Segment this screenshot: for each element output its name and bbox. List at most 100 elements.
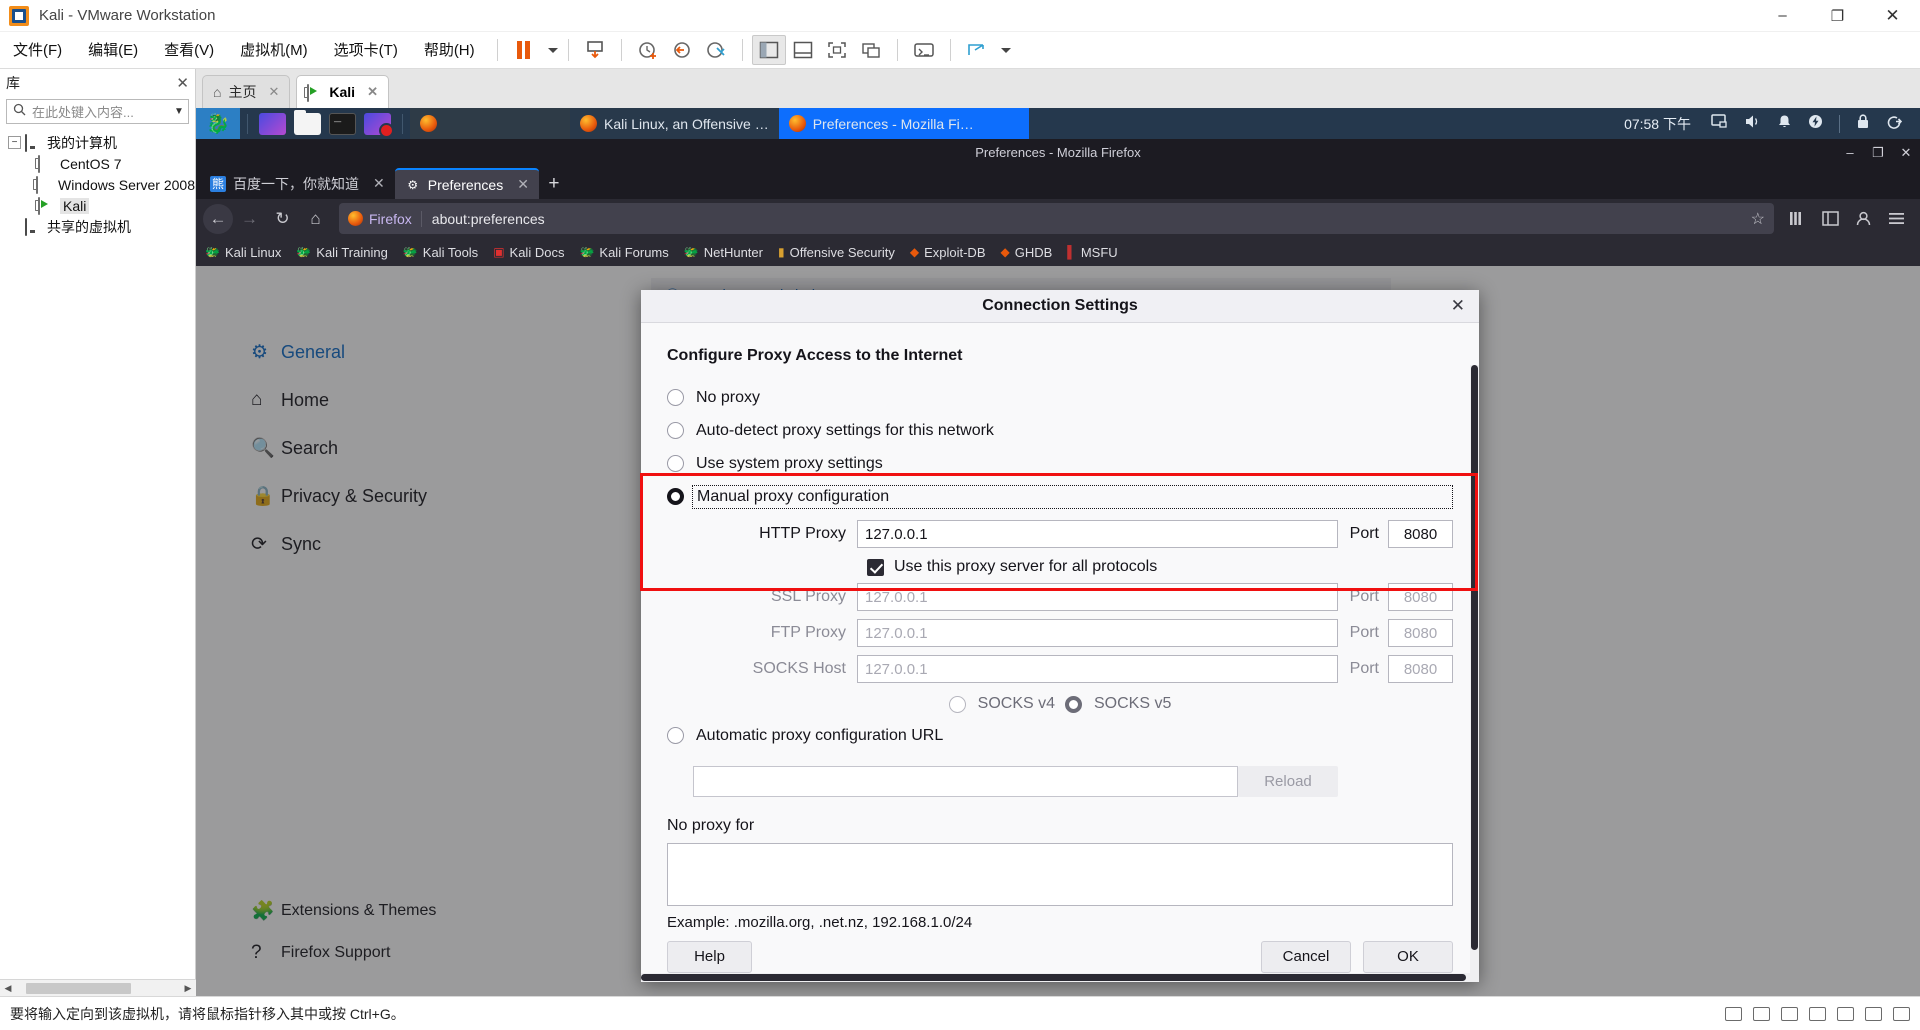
dialog-vertical-scrollbar[interactable]: [1470, 365, 1479, 976]
sound-card-icon[interactable]: [1837, 1006, 1854, 1021]
sidebar-icon[interactable]: [1814, 204, 1847, 234]
launcher-terminal-dark-icon[interactable]: [329, 111, 356, 135]
take-snapshot-icon[interactable]: [631, 35, 665, 65]
radio-auto-proxy-url[interactable]: Automatic proxy configuration URL: [667, 719, 1453, 752]
bookmark-exploit-db[interactable]: ◆ Exploit-DB: [910, 245, 986, 260]
radio-system-proxy[interactable]: Use system proxy settings: [667, 447, 1453, 480]
kali-applications-menu-button[interactable]: 🐉: [196, 108, 240, 139]
fullscreen-icon[interactable]: [820, 35, 854, 65]
library-horizontal-scrollbar[interactable]: ◀ ▶: [0, 979, 196, 996]
stretch-dropdown-button[interactable]: [994, 35, 1012, 65]
bookmark-msfu[interactable]: ▌ MSFU: [1067, 245, 1117, 260]
radio-icon[interactable]: [667, 488, 684, 506]
snapshot-manager-icon[interactable]: [578, 35, 612, 65]
bookmark-kali-tools[interactable]: 🐲 Kali Tools: [403, 245, 478, 260]
logout-icon[interactable]: [1886, 114, 1903, 133]
tree-item-my-computer[interactable]: − 我的计算机: [0, 132, 195, 153]
radio-manual-proxy[interactable]: Manual proxy configuration: [667, 480, 1453, 513]
radio-icon[interactable]: [667, 389, 684, 407]
no-proxy-for-textarea[interactable]: [667, 843, 1453, 907]
account-icon[interactable]: [1847, 204, 1880, 234]
taskbar-window-preferences[interactable]: Preferences - Mozilla Fi…: [778, 108, 1029, 139]
menu-help[interactable]: 帮助(H): [411, 32, 488, 69]
identity-box[interactable]: Firefox: [348, 210, 422, 227]
lock-icon[interactable]: [1856, 114, 1870, 133]
firefox-close-button[interactable]: ✕: [1892, 139, 1920, 166]
scroll-right-icon[interactable]: ▶: [180, 983, 196, 994]
power-manager-icon[interactable]: [1808, 114, 1823, 133]
firefox-maximize-button[interactable]: ❐: [1864, 139, 1892, 166]
cd-drive-icon[interactable]: [1753, 1006, 1770, 1021]
reload-button[interactable]: ↻: [266, 204, 299, 234]
volume-icon[interactable]: [1744, 114, 1761, 133]
usb-controller-icon[interactable]: [1809, 1006, 1826, 1021]
bookmark-star-icon[interactable]: ☆: [1751, 209, 1765, 229]
menu-tabs[interactable]: 选项卡(T): [321, 32, 411, 69]
chevron-down-icon[interactable]: ▼: [170, 106, 188, 117]
http-port-input[interactable]: 8080: [1388, 520, 1453, 549]
unity-mode-icon[interactable]: [854, 35, 888, 65]
tree-item-windows-server[interactable]: Windows Server 2008: [0, 174, 195, 195]
bookmark-nethunter[interactable]: 🐲 NetHunter: [684, 245, 763, 260]
send-ctrl-alt-del-icon[interactable]: [907, 35, 941, 65]
dialog-horizontal-scrollbar[interactable]: [641, 973, 1479, 982]
cancel-button[interactable]: Cancel: [1261, 940, 1351, 973]
display-adapter-icon[interactable]: [1893, 1006, 1910, 1021]
radio-icon[interactable]: [667, 455, 684, 473]
revert-snapshot-icon[interactable]: [665, 35, 699, 65]
browser-tab-preferences[interactable]: ⚙ Preferences ✕: [394, 168, 539, 199]
menu-view[interactable]: 查看(V): [151, 32, 227, 69]
hard-disk-icon[interactable]: [1725, 1006, 1742, 1021]
notification-bell-icon[interactable]: [1777, 114, 1792, 133]
bookmark-kali-docs[interactable]: ▣ Kali Docs: [493, 245, 564, 260]
launcher-files-icon[interactable]: [294, 109, 321, 135]
radio-icon[interactable]: [667, 422, 684, 440]
network-adapter-icon[interactable]: [1781, 1006, 1798, 1021]
scrollbar-thumb[interactable]: [26, 982, 131, 994]
bookmark-kali-forums[interactable]: 🐲 Kali Forums: [579, 245, 668, 260]
forward-button[interactable]: →: [233, 204, 266, 234]
vm-tab-kali[interactable]: Kali ✕: [296, 75, 389, 108]
scrollbar-thumb[interactable]: [641, 974, 1466, 981]
url-bar[interactable]: Firefox about:preferences ☆: [339, 203, 1774, 234]
scroll-left-icon[interactable]: ◀: [0, 983, 16, 994]
launcher-screen-recorder-icon[interactable]: [364, 112, 394, 138]
bookmark-kali-linux[interactable]: 🐲 Kali Linux: [205, 245, 281, 260]
library-close-icon[interactable]: ✕: [176, 74, 189, 92]
back-button[interactable]: ←: [203, 203, 233, 234]
menu-edit[interactable]: 编辑(E): [75, 32, 151, 69]
browser-tab-baidu[interactable]: 熊 百度一下，你就知道 ✕: [200, 168, 395, 199]
library-search-box[interactable]: 在此处键入内容... ▼: [6, 99, 189, 124]
browser-tab-close-icon[interactable]: ✕: [373, 175, 385, 192]
expander-icon[interactable]: −: [8, 136, 21, 149]
taskbar-window-kali-linux[interactable]: Kali Linux, an Offensive …: [570, 108, 779, 139]
menu-file[interactable]: 文件(F): [0, 32, 75, 69]
dialog-close-icon[interactable]: ✕: [1451, 296, 1465, 316]
vm-tab-close-icon[interactable]: ✕: [367, 84, 378, 100]
launcher-terminal-icon[interactable]: [259, 112, 286, 135]
close-button[interactable]: ✕: [1865, 0, 1920, 32]
bookmark-ghdb[interactable]: ◆ GHDB: [1001, 245, 1053, 260]
vm-tab-close-icon[interactable]: ✕: [268, 84, 279, 100]
use-for-all-protocols-row[interactable]: Use this proxy server for all protocols: [867, 558, 1453, 576]
http-proxy-input[interactable]: 127.0.0.1: [857, 520, 1338, 549]
show-library-toggle[interactable]: [751, 35, 786, 65]
scrollbar-thumb[interactable]: [1471, 365, 1478, 951]
show-console-view-icon[interactable]: [786, 35, 820, 65]
ok-button[interactable]: OK: [1363, 940, 1453, 973]
vm-tab-home[interactable]: ⌂ 主页 ✕: [202, 75, 291, 108]
display-icon[interactable]: [1711, 114, 1728, 133]
home-button[interactable]: ⌂: [299, 204, 332, 234]
radio-icon[interactable]: [667, 727, 684, 745]
taskbar-window-firefox-1[interactable]: [410, 108, 570, 139]
tree-item-shared-vms[interactable]: 共享的虚拟机: [0, 216, 195, 237]
pause-dropdown-button[interactable]: [541, 35, 559, 65]
bookmark-offensive-security[interactable]: ▮ Offensive Security: [778, 245, 895, 260]
radio-auto-detect-proxy[interactable]: Auto-detect proxy settings for this netw…: [667, 414, 1453, 447]
firefox-minimize-button[interactable]: –: [1836, 139, 1864, 166]
menu-icon[interactable]: [1880, 204, 1913, 234]
pause-vm-button[interactable]: [507, 35, 541, 65]
library-icon[interactable]: [1781, 204, 1814, 234]
manage-snapshots-icon[interactable]: [699, 35, 733, 65]
menu-vm[interactable]: 虚拟机(M): [227, 32, 321, 69]
